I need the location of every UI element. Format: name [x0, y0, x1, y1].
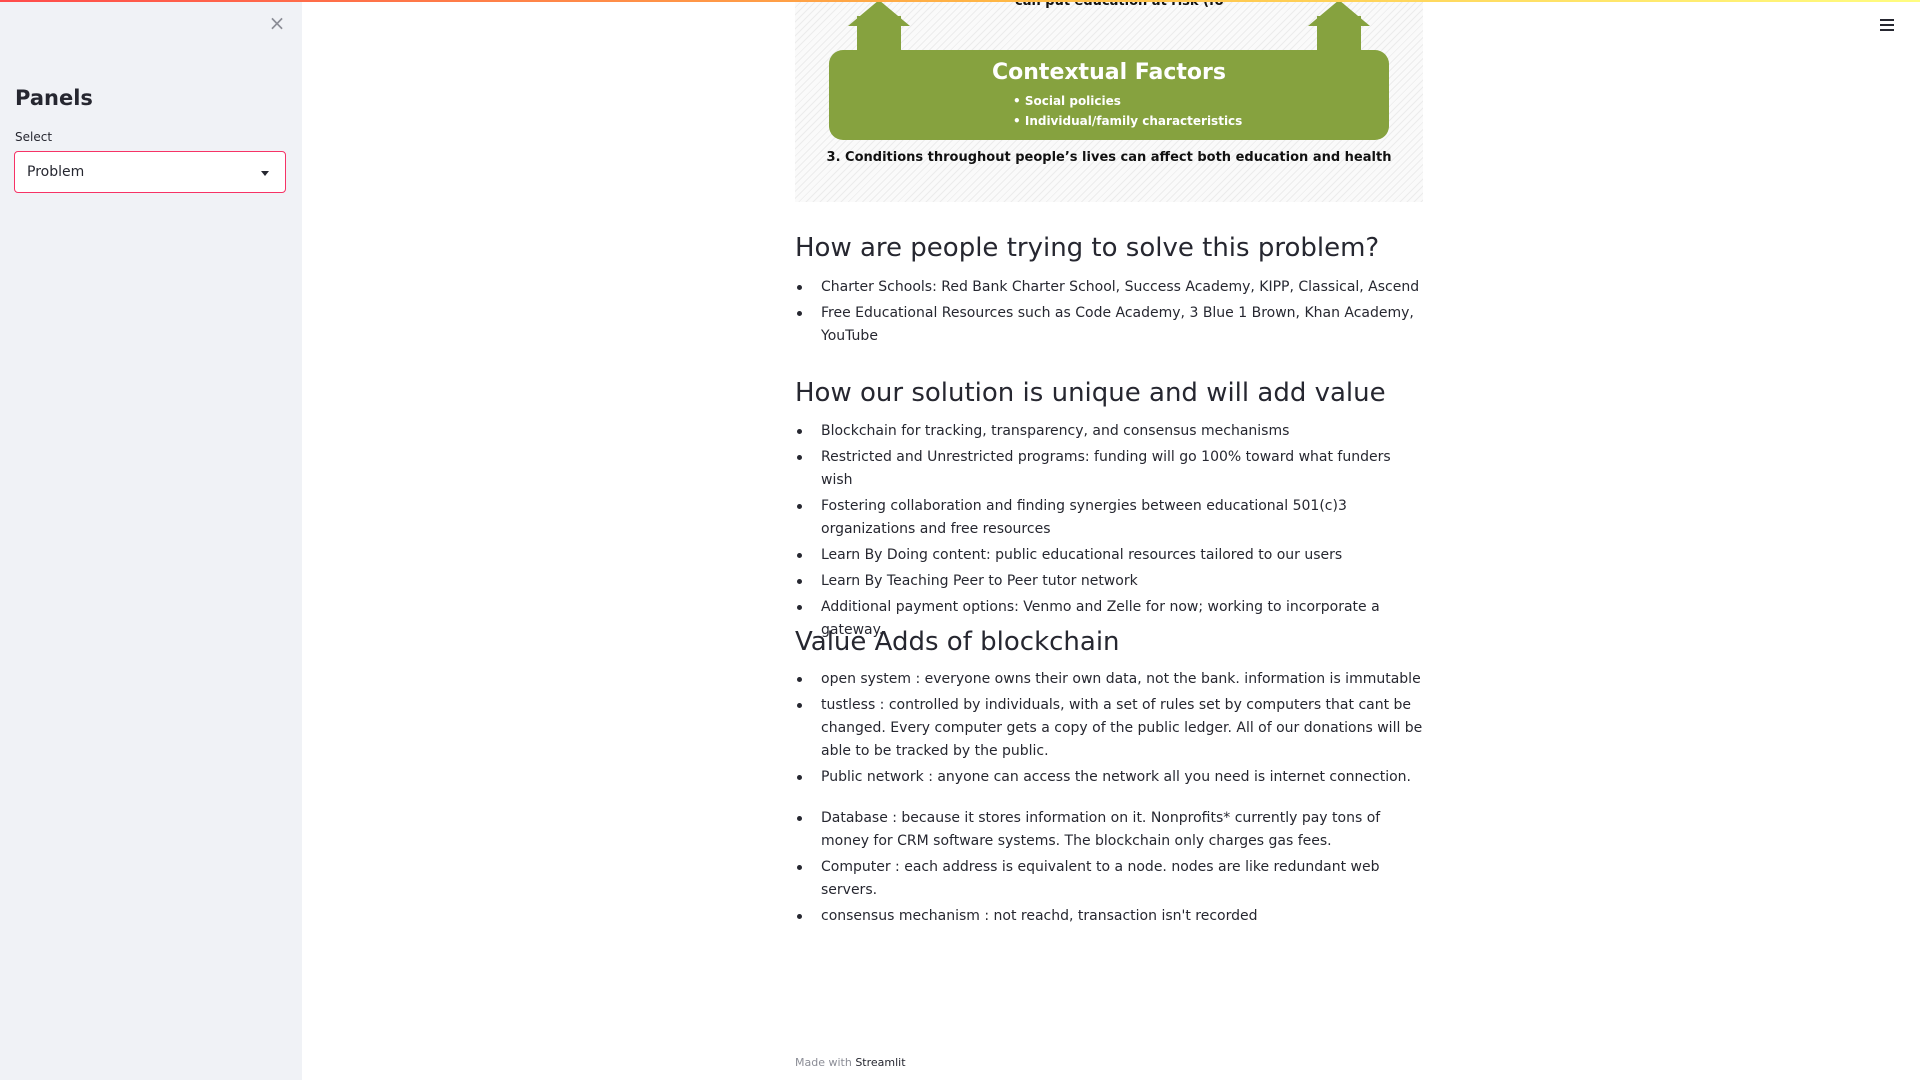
- sidebar: × Panels Select Problem: [0, 0, 302, 1080]
- chevron-down-icon: [261, 171, 269, 176]
- list-item: Free Educational Resources such as Code …: [795, 302, 1423, 348]
- contextual-factors-image: can put education at risk (fo Contextual…: [795, 0, 1423, 202]
- factor-box-title: Contextual Factors: [992, 60, 1226, 85]
- blockchain-list: open system : everyone owns their own da…: [795, 668, 1423, 792]
- list-item: tustless : controlled by individuals, wi…: [795, 694, 1423, 763]
- footer-prefix: Made with: [795, 1056, 852, 1069]
- list-item: Computer : each address is equivalent to…: [795, 856, 1423, 902]
- close-sidebar-icon[interactable]: ×: [266, 12, 288, 34]
- contextual-factors-box: Contextual Factors • Social policies • I…: [829, 50, 1389, 140]
- section-heading-unique-value: How our solution is unique and will add …: [795, 378, 1386, 408]
- list-item: Charter Schools: Red Bank Charter School…: [795, 276, 1423, 299]
- sidebar-title: Panels: [15, 86, 93, 110]
- image-caption: 3. Conditions throughout people’s lives …: [826, 150, 1392, 165]
- list-item: consensus mechanism : not reachd, transa…: [795, 905, 1423, 928]
- unique-value-list: Blockchain for tracking, transparency, a…: [795, 420, 1423, 645]
- solutions-list: Charter Schools: Red Bank Charter School…: [795, 276, 1423, 351]
- blockchain-list-continued: Database : because it stores information…: [795, 807, 1423, 931]
- footer: Made with Streamlit: [795, 1056, 906, 1069]
- list-item: Database : because it stores information…: [795, 807, 1423, 853]
- section-heading-solutions: How are people trying to solve this prob…: [795, 233, 1380, 263]
- hamburger-menu-icon[interactable]: [1876, 16, 1898, 36]
- list-item: Learn By Doing content: public education…: [795, 544, 1423, 567]
- list-item: Public network : anyone can access the n…: [795, 766, 1423, 789]
- list-item: Restricted and Unrestricted programs: fu…: [795, 446, 1423, 492]
- factor-bullet: • Individual/family characteristics: [1013, 114, 1243, 128]
- select-label: Select: [15, 130, 53, 144]
- panel-select[interactable]: Problem: [14, 151, 286, 193]
- list-item: Fostering collaboration and finding syne…: [795, 495, 1423, 541]
- section-heading-blockchain: Value Adds of blockchain: [795, 627, 1120, 657]
- list-item: Learn By Teaching Peer to Peer tutor net…: [795, 570, 1423, 593]
- top-decoration-bar: [0, 0, 1920, 2]
- select-value: Problem: [27, 164, 85, 180]
- streamlit-link[interactable]: Streamlit: [855, 1056, 905, 1069]
- factor-bullet: • Social policies: [1013, 94, 1121, 108]
- list-item: open system : everyone owns their own da…: [795, 668, 1423, 691]
- list-item: Blockchain for tracking, transparency, a…: [795, 420, 1423, 443]
